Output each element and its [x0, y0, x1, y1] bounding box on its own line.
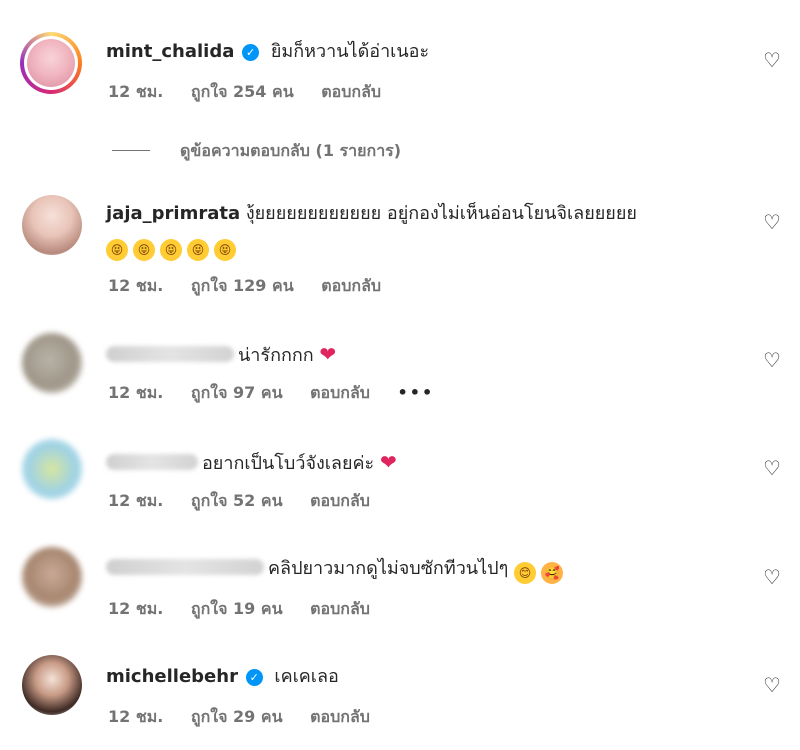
- reply-button[interactable]: ตอบกลับ: [310, 599, 370, 618]
- username[interactable]: jaja_primrata: [106, 203, 240, 224]
- heart-outline-icon[interactable]: ♡: [761, 674, 783, 696]
- avatar-story-ring[interactable]: [20, 32, 82, 94]
- blurred-username[interactable]: [106, 559, 264, 575]
- heart-outline-icon[interactable]: ♡: [761, 349, 783, 371]
- username[interactable]: mint_chalida: [106, 41, 234, 62]
- emoji-icon: 😝: [214, 239, 236, 261]
- reply-button[interactable]: ตอบกลับ: [310, 383, 370, 402]
- smiling-emoji-icon: 😊: [513, 562, 536, 584]
- reply-button[interactable]: ตอบกลับ: [321, 82, 381, 101]
- blurred-username[interactable]: [106, 454, 198, 470]
- comment-text: ยิมก็หวานได้อ่าเนอะ: [270, 41, 430, 62]
- verified-badge-icon: ✓: [242, 44, 260, 61]
- comment-text: คลิปยาวมากดูไม่จบซักทีวนไปๆ: [268, 558, 509, 579]
- verified-badge-icon: ✓: [245, 669, 263, 686]
- more-options-icon[interactable]: •••: [397, 383, 434, 402]
- avatar[interactable]: [22, 439, 82, 499]
- emoji-icon: 😝: [133, 239, 155, 261]
- avatar[interactable]: [22, 333, 82, 393]
- likes-count[interactable]: ถูกใจ 29 คน: [191, 707, 283, 726]
- red-heart-emoji-icon: ❤: [319, 342, 337, 366]
- avatar[interactable]: [22, 547, 82, 607]
- reply-button[interactable]: ตอบกลับ: [321, 276, 381, 295]
- comment-text: อยากเป็นโบว์จังเลยค่ะ: [202, 453, 375, 474]
- timestamp[interactable]: 12 ชม.: [108, 276, 163, 295]
- reply-button[interactable]: ตอบกลับ: [310, 491, 370, 510]
- emoji-icon: 😝: [160, 239, 182, 261]
- timestamp[interactable]: 12 ชม.: [108, 599, 163, 618]
- likes-count[interactable]: ถูกใจ 129 คน: [191, 276, 294, 295]
- timestamp[interactable]: 12 ชม.: [108, 707, 163, 726]
- comment-text: เคเคเลอ: [274, 666, 339, 687]
- view-replies-link[interactable]: ดูข้อความตอบกลับ (1 รายการ): [112, 140, 401, 162]
- heart-outline-icon[interactable]: ♡: [761, 211, 783, 233]
- likes-count[interactable]: ถูกใจ 254 คน: [191, 82, 294, 101]
- emoji-icon: 😝: [187, 239, 209, 261]
- avatar: [27, 39, 75, 87]
- emoji-icon: 😝: [106, 239, 128, 261]
- red-heart-emoji-icon: ❤: [379, 450, 397, 474]
- timestamp[interactable]: 12 ชม.: [108, 491, 163, 510]
- reply-button[interactable]: ตอบกลับ: [310, 707, 370, 726]
- comment-text: น่ารักกกก: [238, 345, 314, 366]
- heart-outline-icon[interactable]: ♡: [761, 566, 783, 588]
- timestamp[interactable]: 12 ชม.: [108, 383, 163, 402]
- username[interactable]: michellebehr: [106, 666, 238, 687]
- avatar[interactable]: [22, 655, 82, 715]
- view-replies-label: ดูข้อความตอบกลับ (1 รายการ): [180, 141, 402, 160]
- timestamp[interactable]: 12 ชม.: [108, 82, 163, 101]
- likes-count[interactable]: ถูกใจ 19 คน: [191, 599, 283, 618]
- likes-count[interactable]: ถูกใจ 52 คน: [191, 491, 283, 510]
- heart-outline-icon[interactable]: ♡: [761, 457, 783, 479]
- emoji-row: 😝 😝 😝 😝 😝: [106, 232, 720, 261]
- heart-outline-icon[interactable]: ♡: [761, 49, 783, 71]
- likes-count[interactable]: ถูกใจ 97 คน: [191, 383, 283, 402]
- divider: [112, 150, 150, 151]
- heart-eyes-emoji-icon: 🥰: [540, 562, 563, 584]
- blurred-username[interactable]: [106, 346, 234, 362]
- comment-text: งุ้ยยยยยยยยยยยย อยู่กองไม่เห็นอ่อนโยนจิเ…: [245, 203, 637, 224]
- avatar[interactable]: [22, 195, 82, 255]
